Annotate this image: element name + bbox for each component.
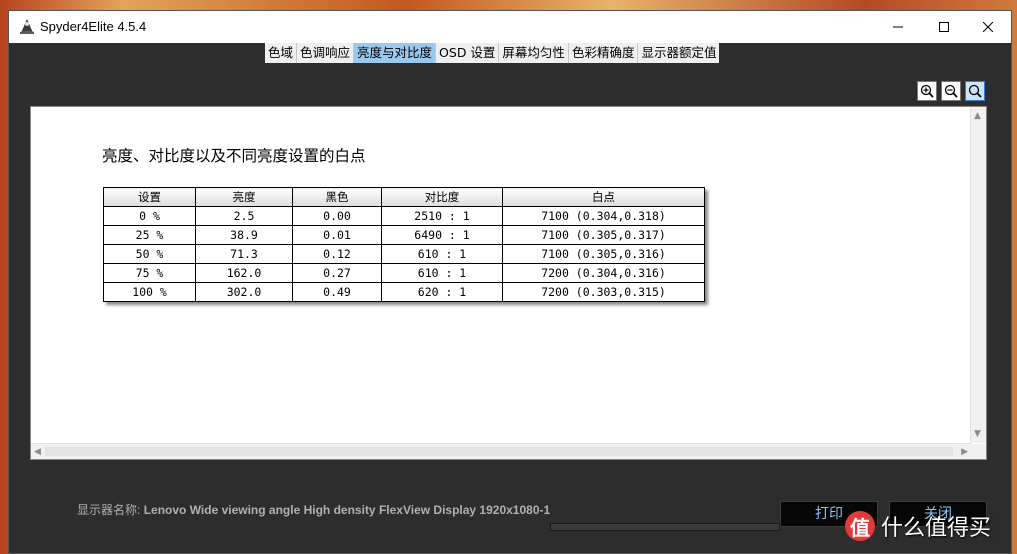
- cell-setting: 0 %: [103, 206, 196, 226]
- progress-bar: [550, 523, 780, 531]
- cell-black: 0.27: [292, 263, 382, 283]
- cell-brightness: 302.0: [195, 282, 293, 302]
- horizontal-scroll-thumb[interactable]: [45, 447, 953, 456]
- table-row: 50 % 71.3 0.12 610 : 1 7100 (0.305,0.316…: [103, 244, 705, 264]
- cell-black: 0.00: [292, 206, 382, 226]
- cell-black: 0.12: [292, 244, 382, 264]
- close-window-button[interactable]: [965, 11, 1011, 43]
- cell-black: 0.01: [292, 225, 382, 245]
- display-name-value: Lenovo Wide viewing angle High density F…: [143, 503, 551, 517]
- minimize-icon: [893, 26, 903, 28]
- cell-contrast: 610 : 1: [381, 263, 503, 283]
- cell-white-point: 7100 (0.304,0.318): [502, 206, 705, 226]
- cell-contrast: 2510 : 1: [381, 206, 503, 226]
- scroll-down-icon[interactable]: ▼: [974, 429, 981, 439]
- watermark-text: 什么值得买: [881, 516, 992, 541]
- brightness-contrast-table: 设置 亮度 黑色 对比度 白点 0 % 2.5 0.00 2510 : 1 71…: [103, 187, 705, 302]
- header-contrast: 对比度: [381, 187, 503, 207]
- tab-display-rating[interactable]: 显示器额定值: [638, 43, 719, 63]
- cell-brightness: 2.5: [195, 206, 293, 226]
- cell-contrast: 610 : 1: [381, 244, 503, 264]
- cell-white-point: 7100 (0.305,0.317): [502, 225, 705, 245]
- cell-black: 0.49: [292, 282, 382, 302]
- tab-color-accuracy[interactable]: 色彩精确度: [569, 43, 639, 63]
- display-name-label: 显示器名称: Lenovo Wide viewing angle High de…: [77, 501, 550, 518]
- cell-brightness: 38.9: [195, 225, 293, 245]
- zoom-fit-button[interactable]: [965, 81, 985, 101]
- cell-white-point: 7200 (0.303,0.315): [502, 282, 705, 302]
- cell-setting: 75 %: [103, 263, 196, 283]
- minimize-button[interactable]: [875, 11, 921, 43]
- tab-bar: 色域 色调响应 亮度与对比度 OSD 设置 屏幕均匀性 色彩精确度 显示器额定值: [9, 43, 1011, 63]
- tab-screen-uniformity[interactable]: 屏幕均匀性: [499, 43, 569, 63]
- cell-white-point: 7200 (0.304,0.316): [502, 263, 705, 283]
- report-title: 亮度、对比度以及不同亮度设置的白点: [102, 147, 366, 165]
- zoom-out-icon: [944, 84, 958, 98]
- zoom-fit-icon: [968, 84, 982, 98]
- app-window: Spyder4Elite 4.5.4 色域 色调响应 亮度与对比度 OSD 设置…: [8, 10, 1012, 554]
- display-label-prefix: 显示器名称:: [77, 503, 141, 517]
- maximize-icon: [939, 22, 949, 32]
- table-header-row: 设置 亮度 黑色 对比度 白点: [103, 187, 705, 207]
- tab-osd-settings[interactable]: OSD 设置: [436, 43, 500, 63]
- maximize-button[interactable]: [921, 11, 967, 43]
- cell-white-point: 7100 (0.305,0.316): [502, 244, 705, 264]
- zoom-out-button[interactable]: [941, 81, 961, 101]
- cell-contrast: 6490 : 1: [381, 225, 503, 245]
- close-icon: [983, 22, 993, 32]
- table-row: 0 % 2.5 0.00 2510 : 1 7100 (0.304,0.318): [103, 206, 705, 226]
- watermark: 值 什么值得买: [845, 508, 1015, 544]
- vertical-scrollbar[interactable]: ▲ ▼: [970, 107, 986, 443]
- zoom-in-button[interactable]: [917, 81, 937, 101]
- cell-brightness: 71.3: [195, 244, 293, 264]
- header-setting: 设置: [103, 187, 196, 207]
- header-brightness: 亮度: [195, 187, 293, 207]
- spyder-logo-icon: [20, 19, 34, 34]
- horizontal-scrollbar[interactable]: ◀ ▶: [31, 443, 971, 459]
- tab-gamut[interactable]: 色域: [265, 43, 298, 63]
- cell-brightness: 162.0: [195, 263, 293, 283]
- title-bar[interactable]: Spyder4Elite 4.5.4: [9, 11, 1011, 43]
- scroll-left-icon[interactable]: ◀: [34, 447, 41, 457]
- tab-tone-response[interactable]: 色调响应: [297, 43, 355, 63]
- report-viewer: 亮度、对比度以及不同亮度设置的白点 设置 亮度 黑色 对比度 白点 0 % 2.…: [30, 106, 987, 460]
- table-row: 25 % 38.9 0.01 6490 : 1 7100 (0.305,0.31…: [103, 225, 705, 245]
- tab-brightness-contrast[interactable]: 亮度与对比度: [354, 43, 437, 63]
- cell-setting: 100 %: [103, 282, 196, 302]
- scroll-corner: [971, 444, 986, 459]
- header-white-point: 白点: [502, 187, 705, 207]
- cell-setting: 50 %: [103, 244, 196, 264]
- watermark-logo-icon: 值: [845, 511, 875, 541]
- cell-setting: 25 %: [103, 225, 196, 245]
- table-row: 100 % 302.0 0.49 620 : 1 7200 (0.303,0.3…: [103, 282, 705, 302]
- scroll-right-icon[interactable]: ▶: [961, 447, 968, 457]
- tab-list: 色域 色调响应 亮度与对比度 OSD 设置 屏幕均匀性 色彩精确度 显示器额定值: [265, 43, 720, 63]
- header-black: 黑色: [292, 187, 382, 207]
- cell-contrast: 620 : 1: [381, 282, 503, 302]
- zoom-in-icon: [920, 84, 934, 98]
- table-row: 75 % 162.0 0.27 610 : 1 7200 (0.304,0.31…: [103, 263, 705, 283]
- scroll-up-icon[interactable]: ▲: [974, 111, 981, 121]
- window-title: Spyder4Elite 4.5.4: [40, 19, 147, 34]
